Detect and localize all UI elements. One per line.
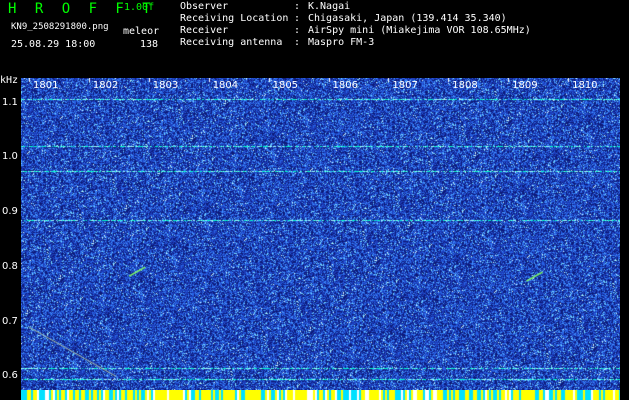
x-tick-label: 1804 xyxy=(212,80,239,91)
y-axis-label: kHz xyxy=(0,75,19,86)
meta-separator: : xyxy=(294,37,301,48)
signal-strength-strip xyxy=(21,390,620,400)
station-info: Observer : K.Nagai Receiving Location : … xyxy=(180,2,531,50)
meta-value: Maspro FM-3 xyxy=(308,37,375,48)
y-tick-label: 0.8 xyxy=(2,260,18,272)
ident-label: meleor xyxy=(123,26,160,37)
x-tick-label: 1808 xyxy=(452,80,478,91)
x-tick-label: 1807 xyxy=(392,80,418,91)
y-tick-label: 0.7 xyxy=(2,315,18,327)
x-tick-label: 1810 xyxy=(572,80,598,91)
datetime-label: 25.08.29 18:00 xyxy=(11,39,96,50)
meta-key: Receiving antenna xyxy=(180,37,283,48)
x-tick-label: 1806 xyxy=(332,80,358,91)
y-tick-label: 0.6 xyxy=(2,370,18,382)
y-tick-label: 1.1 xyxy=(2,96,18,108)
x-tick-label: 1809 xyxy=(512,80,538,91)
version-label: 1.00f xyxy=(124,2,155,13)
x-tick-label: 1803 xyxy=(152,80,179,91)
filename-label: KN9_2508291800.png xyxy=(11,22,109,32)
y-tick-label: 0.9 xyxy=(2,206,18,218)
x-tick-label: 1802 xyxy=(92,80,119,91)
spectrogram-canvas xyxy=(21,78,620,390)
count-label: 138 xyxy=(140,39,159,50)
x-tick-label: 1805 xyxy=(272,80,299,91)
y-tick-label: 1.0 xyxy=(2,151,18,163)
meta-row-antenna: Receiving antenna : Maspro FM-3 xyxy=(180,38,531,50)
x-tick-label: 1801 xyxy=(33,80,59,91)
